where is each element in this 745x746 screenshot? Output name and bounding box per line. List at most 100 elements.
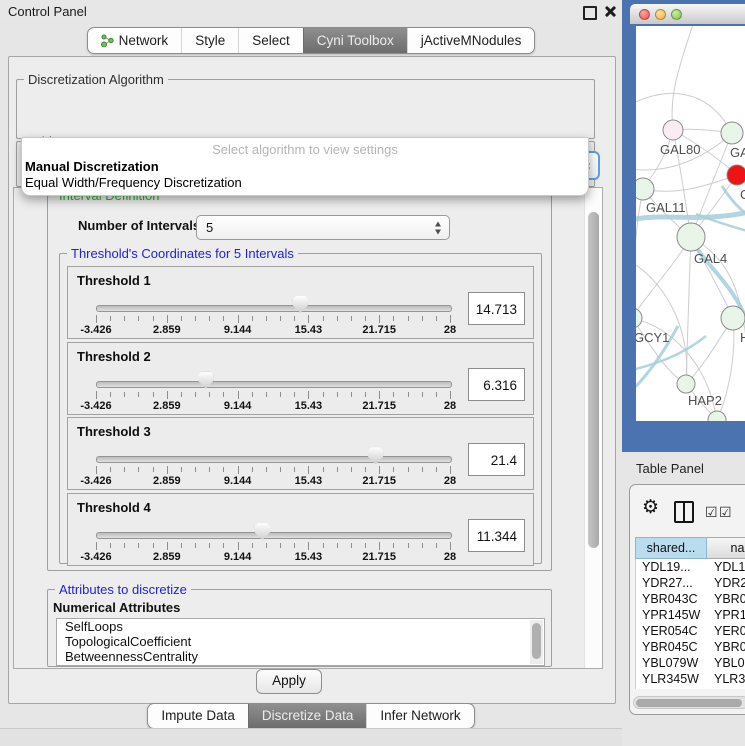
table-row[interactable]: YLR345WYLR3 — [636, 671, 745, 687]
table-row[interactable]: YDL19...YDL1 — [636, 559, 745, 575]
slider-tick-label: 2.859 — [153, 324, 181, 336]
option-equal-width-frequency[interactable]: Equal Width/Frequency Discretization — [25, 175, 242, 190]
network-node[interactable] — [636, 178, 654, 200]
bottom-tab-infer-network[interactable]: Infer Network — [366, 704, 473, 728]
slider-track[interactable] — [96, 305, 452, 312]
tab-network[interactable]: Network — [88, 28, 182, 53]
cell-name: YLR3 — [714, 671, 745, 687]
slider-tick — [167, 542, 168, 550]
slider-tick — [167, 315, 168, 323]
slider-tick-label: 15.43 — [295, 551, 323, 563]
network-node[interactable] — [727, 165, 745, 185]
network-node[interactable] — [677, 223, 705, 251]
slider-tick — [280, 316, 281, 321]
threshold-value-input[interactable]: 14.713 — [468, 292, 525, 325]
attribute-item-topologicalcoefficient[interactable]: TopologicalCoefficient — [57, 634, 544, 649]
table-row[interactable]: YBR043CYBR0 — [636, 591, 745, 607]
slider-tick — [436, 392, 437, 397]
slider-track[interactable] — [96, 381, 452, 388]
network-node[interactable] — [721, 122, 743, 144]
option-manual-discretization[interactable]: Manual Discretization — [25, 159, 159, 174]
table-row[interactable]: YDR27...YDR2 — [636, 575, 745, 591]
vertical-scrollbar[interactable] — [584, 188, 602, 668]
number-of-intervals-select[interactable]: 5 — [196, 215, 450, 240]
tab-cyni-toolbox[interactable]: Cyni Toolbox — [303, 28, 407, 53]
slider-tick — [337, 543, 338, 548]
network-edge — [636, 237, 691, 318]
slider-tick — [238, 542, 239, 550]
control-panel-title: Control Panel — [8, 4, 87, 19]
minimize-traffic-light[interactable] — [655, 9, 666, 20]
gear-icon[interactable]: ⚙ — [642, 496, 659, 519]
column-header-shared-name[interactable]: shared... — [635, 537, 707, 559]
threshold-2-section: Threshold 2-3.4262.8599.14415.4321.71528… — [67, 342, 534, 415]
vertical-scrollbar-thumb[interactable] — [588, 212, 599, 548]
zoom-traffic-light[interactable] — [671, 9, 682, 20]
cell-shared-name: YBL079W — [642, 655, 698, 671]
network-edge — [636, 93, 732, 133]
threshold-value-input[interactable]: 6.316 — [468, 368, 525, 401]
slider-tick — [450, 466, 451, 474]
float-window-icon[interactable] — [583, 6, 597, 20]
network-node-label: GAL80 — [660, 142, 700, 157]
checkbox-icon[interactable]: ☑ — [719, 504, 732, 521]
cell-shared-name: YDR27... — [642, 575, 693, 591]
tab-label: Select — [252, 28, 290, 53]
algorithm-placeholder-option[interactable]: Select algorithm to view settings — [22, 142, 588, 157]
slider-tick — [393, 543, 394, 548]
bottom-tab-impute-data[interactable]: Impute Data — [148, 704, 248, 728]
slider-tick — [238, 315, 239, 323]
table-row[interactable]: YBL079WYBL0 — [636, 655, 745, 671]
network-node[interactable] — [677, 375, 695, 393]
slider-tick-label: 9.144 — [224, 551, 252, 563]
attributes-scrollbar[interactable] — [530, 620, 543, 664]
threshold-1-section: Threshold 1-3.4262.8599.14415.4321.71528… — [67, 266, 534, 339]
tab-select[interactable]: Select — [238, 28, 303, 53]
network-canvas[interactable]: GAL80GACGAL11GAL4GCY1HHAP2 — [636, 26, 745, 421]
slider-tick-label: 28 — [444, 475, 456, 487]
slider-track[interactable] — [96, 456, 452, 463]
horizontal-scrollbar-thumb[interactable] — [636, 699, 742, 707]
attributes-scrollbar-thumb[interactable] — [532, 623, 541, 659]
slider-tick-label: 15.43 — [295, 475, 323, 487]
cyni-bottom-tab-bar: Impute DataDiscretize DataInfer Network — [0, 703, 622, 729]
threshold-value-input[interactable]: 11.344 — [468, 519, 525, 552]
network-node[interactable] — [721, 306, 745, 330]
horizontal-scrollbar[interactable] — [633, 696, 745, 709]
table-row[interactable]: YER054CYER0 — [636, 623, 745, 639]
tab-label: Style — [195, 28, 225, 53]
table-row[interactable]: YIL052CYIL0 — [636, 687, 745, 689]
thresholds-group-title: Threshold's Coordinates for 5 Intervals — [67, 246, 298, 261]
slider-tick — [308, 542, 309, 550]
table-row[interactable]: YPR145WYPR1 — [636, 607, 745, 623]
close-icon[interactable] — [603, 4, 617, 18]
bottom-strip — [0, 728, 622, 746]
split-columns-icon[interactable] — [674, 501, 694, 523]
attribute-item-betweennesscentrality[interactable]: BetweennessCentrality — [57, 649, 544, 664]
threshold-label: Threshold 4 — [77, 500, 151, 515]
apply-button[interactable]: Apply — [256, 669, 322, 694]
slider-tick — [323, 467, 324, 472]
network-node[interactable] — [636, 308, 642, 328]
slider-tick — [337, 467, 338, 472]
attribute-item-selfloops[interactable]: SelfLoops — [57, 619, 544, 634]
tab-jactivemnodules[interactable]: jActiveMNodules — [407, 28, 535, 53]
table-row[interactable]: YBR045CYBR0 — [636, 639, 745, 655]
slider-tick-label: -3.426 — [80, 475, 111, 487]
close-traffic-light[interactable] — [639, 9, 650, 20]
network-node[interactable] — [663, 120, 683, 140]
column-header-name[interactable]: na — [707, 537, 745, 559]
slider-tick — [209, 467, 210, 472]
slider-track[interactable] — [96, 532, 452, 539]
tab-label: jActiveMNodules — [421, 28, 522, 53]
bottom-tab-discretize-data[interactable]: Discretize Data — [248, 704, 367, 728]
checkbox-icon[interactable]: ☑ — [705, 504, 718, 521]
numerical-attributes-label: Numerical Attributes — [53, 600, 180, 615]
network-window-titlebar[interactable] — [630, 4, 745, 24]
tab-style[interactable]: Style — [181, 28, 238, 53]
slider-tick — [195, 543, 196, 548]
network-node[interactable] — [708, 411, 726, 421]
threshold-value-input[interactable]: 21.4 — [468, 443, 525, 476]
slider-tick — [181, 392, 182, 397]
slider-tick-label: 2.859 — [153, 475, 181, 487]
